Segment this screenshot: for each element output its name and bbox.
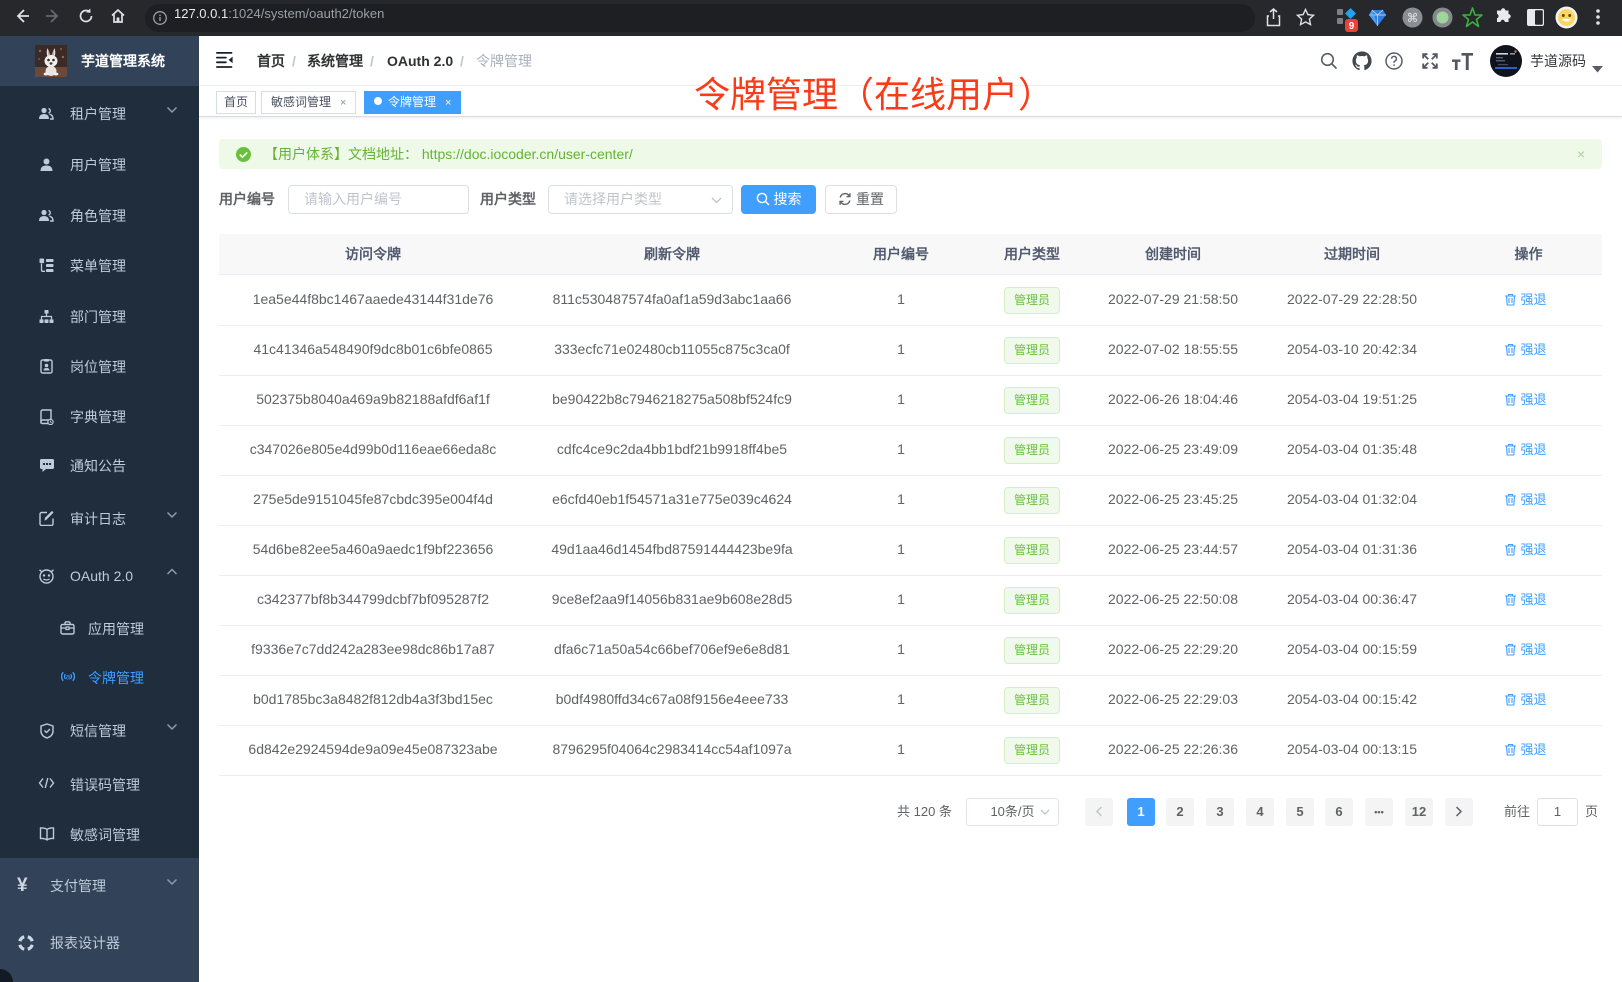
svg-text:9: 9 <box>1349 21 1355 32</box>
svg-text:a: a <box>66 672 71 681</box>
svg-text:⌘: ⌘ <box>1407 11 1419 25</box>
